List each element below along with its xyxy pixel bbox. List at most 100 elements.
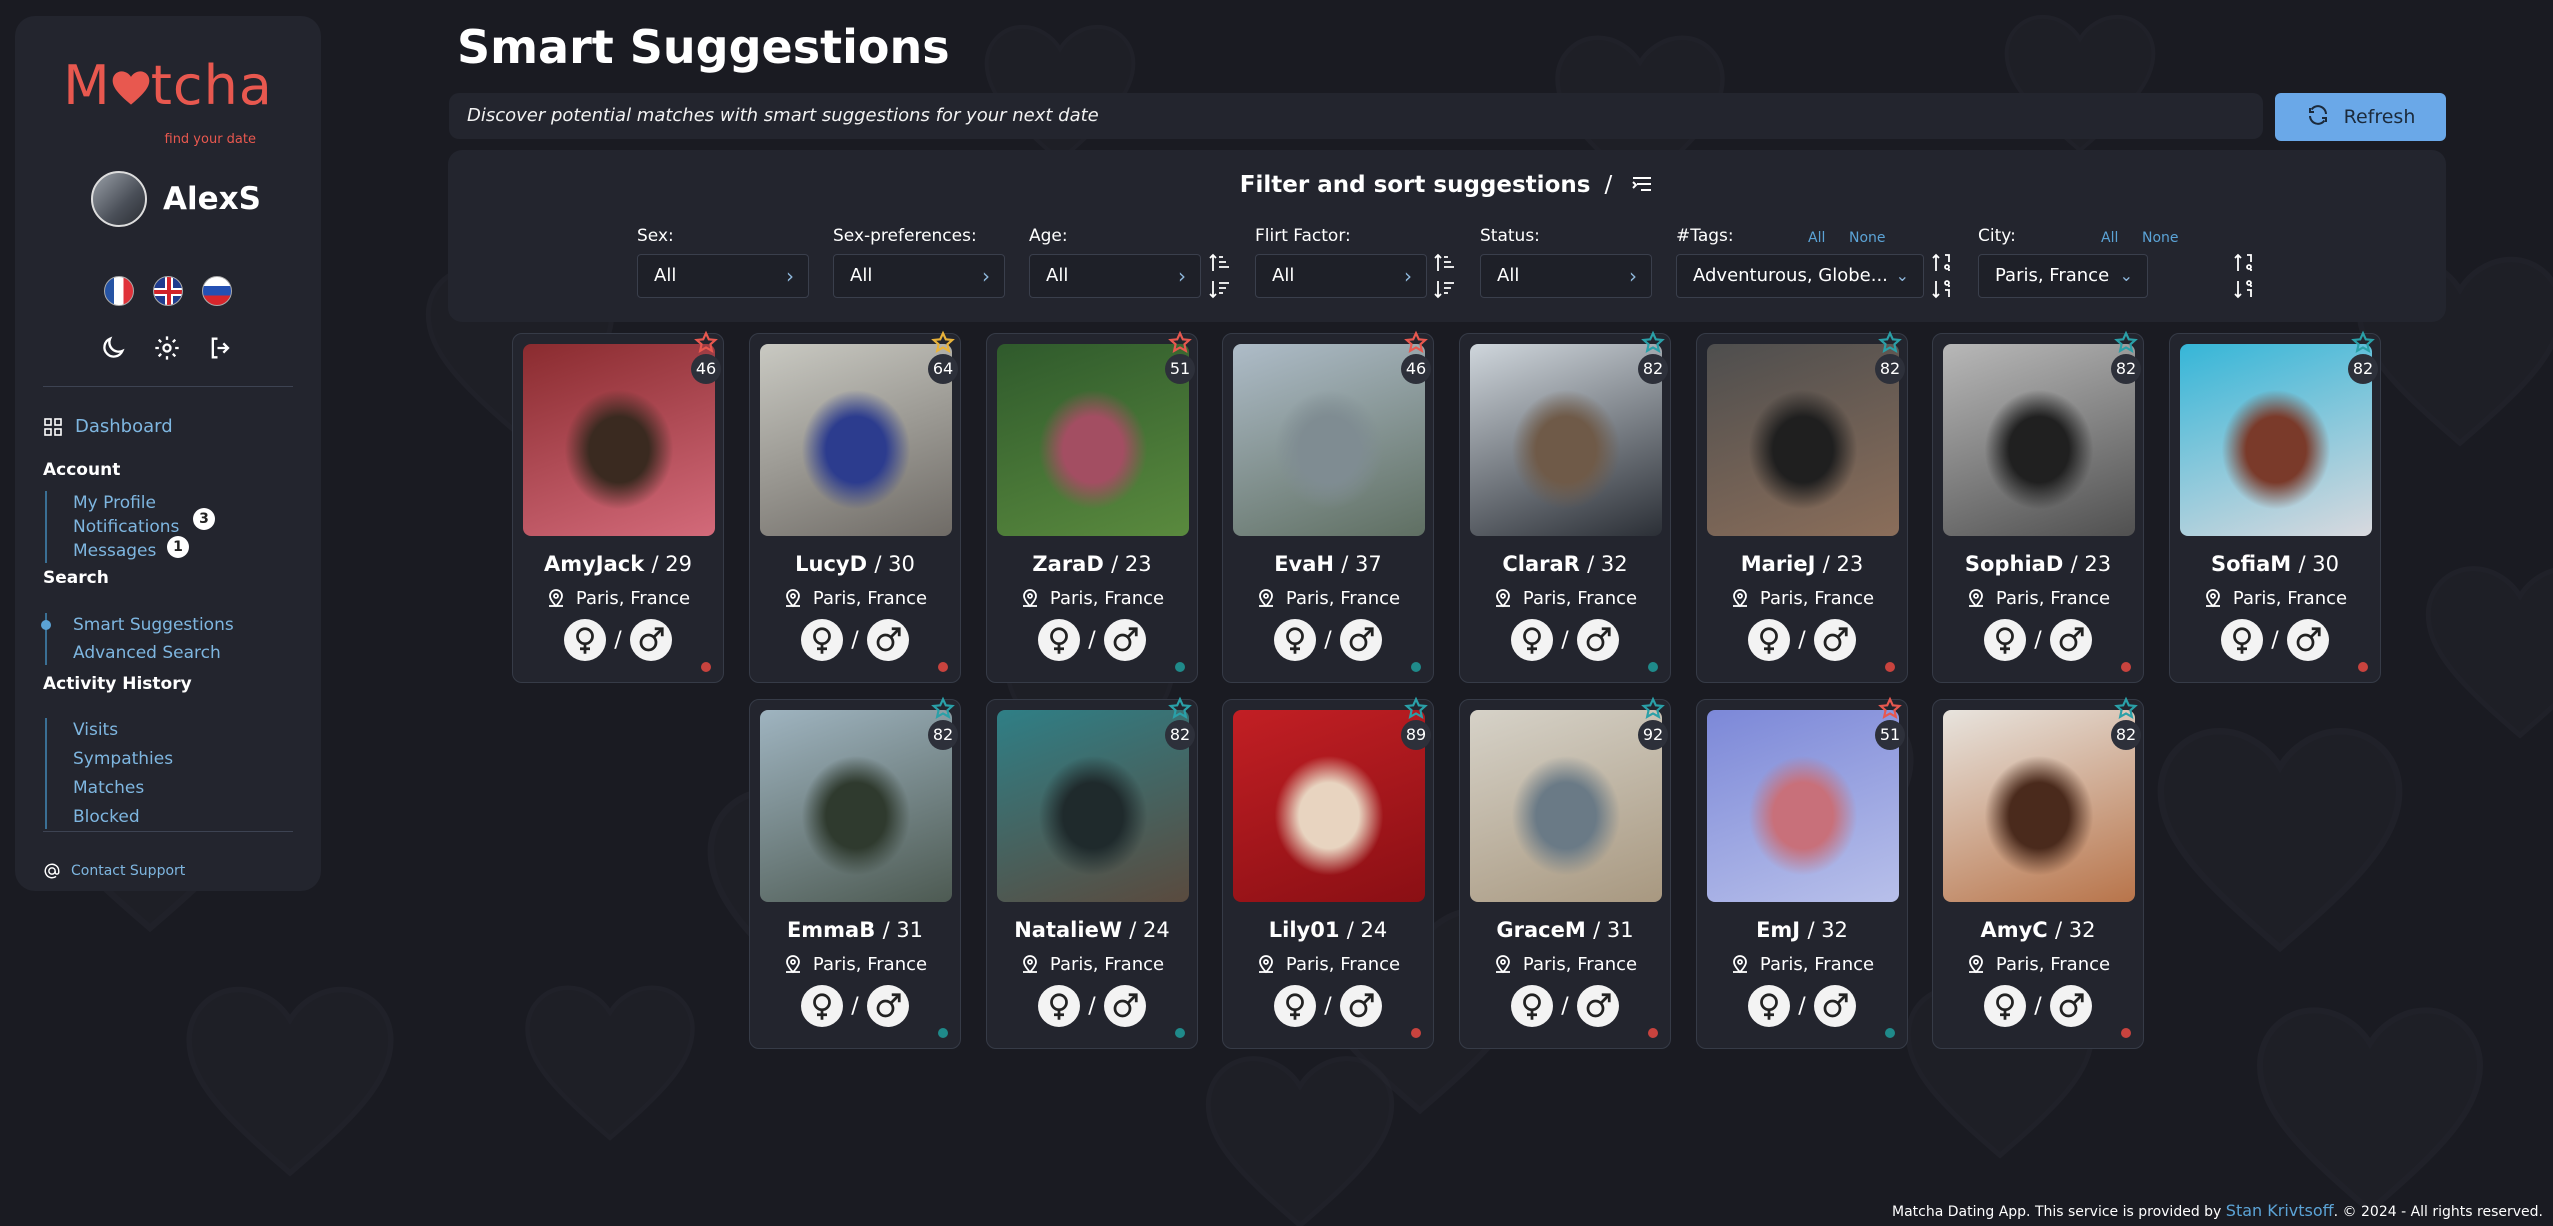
sidebar-item-visits[interactable]: Visits [73, 718, 173, 742]
profile-photo[interactable] [1707, 710, 1899, 902]
star-icon[interactable] [930, 696, 956, 722]
sidebar-item-label: Messages [73, 541, 157, 561]
star-icon[interactable] [1877, 330, 1903, 356]
star-icon[interactable] [1640, 696, 1666, 722]
profile-photo[interactable] [1943, 344, 2135, 536]
settings-gear-icon[interactable] [153, 334, 181, 362]
profile-card[interactable]: 46 EvaH / 37 Paris, France / [1222, 330, 1434, 683]
sidebar-item-matches[interactable]: Matches [73, 776, 173, 800]
profile-photo[interactable] [997, 710, 1189, 902]
contact-support-link[interactable]: Contact Support [43, 862, 185, 880]
city-select-all-link[interactable]: All [2101, 230, 2118, 246]
profile-card[interactable]: 82 NatalieW / 24 Paris, France / [986, 696, 1198, 1049]
male-gender-icon [2049, 985, 2092, 1027]
logout-icon[interactable] [207, 334, 235, 362]
sidebar-item-notifications[interactable]: Notifications 3 [73, 508, 215, 539]
tags-select-none-link[interactable]: None [1849, 230, 1886, 246]
online-status-dot [2121, 1028, 2131, 1038]
profile-age: / 23 [1822, 552, 1864, 576]
refresh-button[interactable]: Refresh [2275, 93, 2446, 141]
profile-age: / 32 [2055, 918, 2096, 942]
sort-numeric-descending-icon[interactable] [1931, 278, 1953, 300]
star-icon[interactable] [1403, 330, 1429, 356]
footer-author-link[interactable]: Stan Krivtsoff [2226, 1201, 2334, 1220]
status-select[interactable]: All › [1480, 254, 1652, 298]
sort-alpha-descending-icon[interactable] [2233, 278, 2255, 300]
profile-card[interactable]: 51 EmJ / 32 Paris, France / [1696, 696, 1908, 1049]
profile-card[interactable]: 82 AmyC / 32 Paris, France / [1932, 696, 2144, 1049]
profile-photo[interactable] [1233, 344, 1425, 536]
profile-photo[interactable] [760, 344, 952, 536]
city-select-none-link[interactable]: None [2142, 230, 2179, 246]
profile-photo[interactable] [1707, 344, 1899, 536]
sort-descending-icon[interactable] [1208, 278, 1230, 300]
filter-sex-label: Sex: [637, 226, 674, 246]
profile-card[interactable]: 82 SophiaD / 23 Paris, France / [1932, 330, 2144, 683]
sex-preferences-select[interactable]: All › [833, 254, 1005, 298]
profile-photo[interactable] [1943, 710, 2135, 902]
sidebar-item-sympathies[interactable]: Sympathies [73, 747, 173, 771]
tags-select-all-link[interactable]: All [1808, 230, 1825, 246]
avatar[interactable] [91, 171, 147, 227]
star-icon[interactable] [930, 330, 956, 356]
male-gender-icon [1576, 619, 1619, 661]
user-profile[interactable]: AlexS [91, 171, 261, 227]
sort-alpha-ascending-icon[interactable] [2233, 252, 2255, 274]
sidebar-item-my-profile[interactable]: My Profile [73, 491, 179, 515]
sidebar-item-advanced-search[interactable]: Advanced Search [73, 641, 234, 665]
profile-card[interactable]: 82 MarieJ / 23 Paris, France / [1696, 330, 1908, 683]
profile-city: Paris, France [1759, 588, 1875, 609]
online-status-dot [1411, 662, 1421, 672]
sidebar-item-smart-suggestions[interactable]: Smart Suggestions [41, 613, 234, 637]
profile-card[interactable]: 92 GraceM / 31 Paris, France / [1459, 696, 1671, 1049]
filter-list-icon[interactable] [1630, 173, 1654, 195]
sort-numeric-ascending-icon[interactable] [1931, 252, 1953, 274]
location-pin-icon [1493, 952, 1513, 974]
star-icon[interactable] [693, 330, 719, 356]
profile-photo[interactable] [760, 710, 952, 902]
star-icon[interactable] [2113, 696, 2139, 722]
sidebar-item-dashboard[interactable]: Dashboard [43, 416, 173, 437]
profile-card[interactable]: 82 EmmaB / 31 Paris, France / [749, 696, 961, 1049]
profile-photo[interactable] [2180, 344, 2372, 536]
ru-flag-icon[interactable] [202, 276, 232, 306]
filter-flirt-factor: Flirt Factor: All › [1255, 226, 1427, 298]
dark-mode-moon-icon[interactable] [99, 334, 127, 362]
profile-card[interactable]: 82 ClaraR / 32 Paris, France / [1459, 330, 1671, 683]
star-icon[interactable] [2113, 330, 2139, 356]
profile-card[interactable]: 46 AmyJack / 29 Paris, France / [512, 330, 724, 683]
profile-age: / 37 [1341, 552, 1382, 576]
star-icon[interactable] [2350, 330, 2376, 356]
fr-flag-icon[interactable] [104, 276, 134, 306]
sort-ascending-icon[interactable] [1208, 252, 1230, 274]
profile-card[interactable]: 51 ZaraD / 23 Paris, France / [986, 330, 1198, 683]
sex-select[interactable]: All › [637, 254, 809, 298]
profile-photo[interactable] [1470, 710, 1662, 902]
age-select[interactable]: All › [1029, 254, 1201, 298]
uk-flag-icon[interactable] [153, 276, 183, 306]
profile-card[interactable]: 82 SofiaM / 30 Paris, France / [2169, 330, 2381, 683]
sidebar-item-messages[interactable]: Messages 1 [73, 536, 189, 563]
star-icon[interactable] [1167, 696, 1193, 722]
star-icon[interactable] [1403, 696, 1429, 722]
sort-ascending-icon[interactable] [1433, 252, 1455, 274]
profile-photo[interactable] [1233, 710, 1425, 902]
tags-select[interactable]: Adventurous, Globe... ⌄ [1676, 254, 1924, 298]
profile-photo[interactable] [997, 344, 1189, 536]
star-icon[interactable] [1877, 696, 1903, 722]
profile-card[interactable]: 89 Lily01 / 24 Paris, France / [1222, 696, 1434, 1049]
page-title: Smart Suggestions [457, 20, 950, 74]
female-gender-icon [1274, 619, 1317, 661]
star-icon[interactable] [1167, 330, 1193, 356]
flirt-factor-select[interactable]: All › [1255, 254, 1427, 298]
profile-card[interactable]: 64 LucyD / 30 Paris, France / [749, 330, 961, 683]
profile-photo[interactable] [523, 344, 715, 536]
profile-location: Paris, France [987, 586, 1197, 609]
female-gender-icon [1984, 985, 2027, 1027]
logo[interactable]: Mtcha find your date [15, 56, 321, 148]
city-select[interactable]: Paris, France ⌄ [1978, 254, 2148, 298]
sidebar-item-blocked[interactable]: Blocked [73, 805, 173, 829]
star-icon[interactable] [1640, 330, 1666, 356]
sort-descending-icon[interactable] [1433, 278, 1455, 300]
profile-photo[interactable] [1470, 344, 1662, 536]
